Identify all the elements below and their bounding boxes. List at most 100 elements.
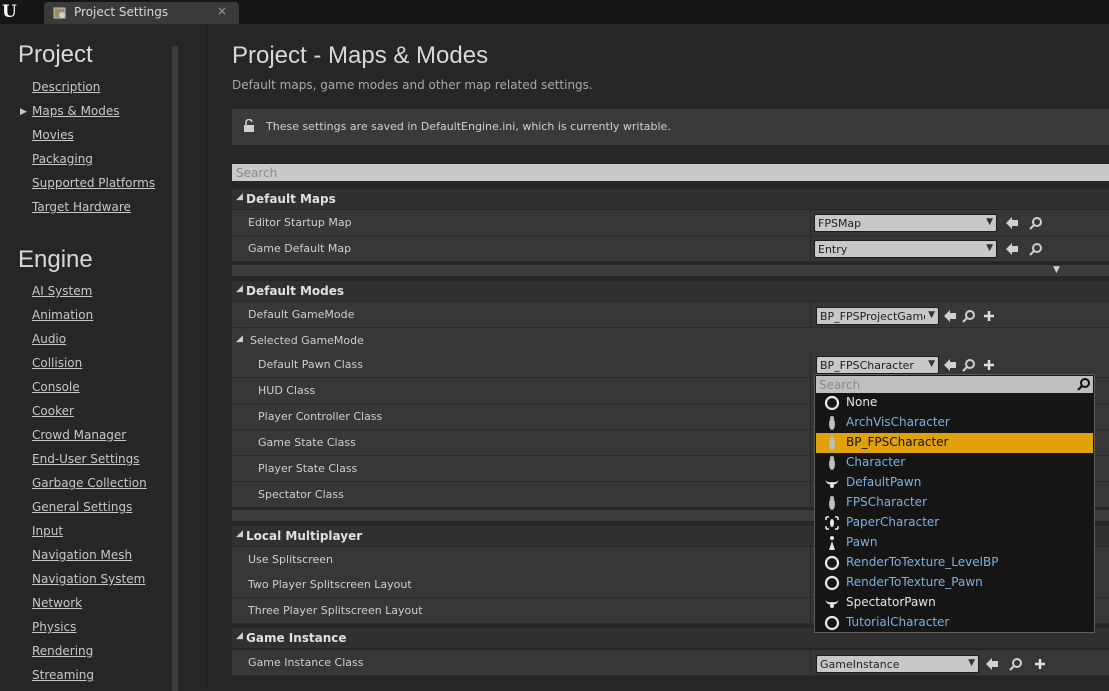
browse-search-icon[interactable]: [1029, 216, 1043, 230]
browse-search-icon[interactable]: [962, 358, 976, 372]
use-selected-arrow-icon[interactable]: [943, 309, 957, 323]
plus-icon[interactable]: [982, 309, 996, 323]
sidebar-item-collision[interactable]: Collision: [32, 356, 82, 370]
sidebar-item-audio[interactable]: Audio: [32, 332, 66, 346]
class-search-input[interactable]: [816, 376, 1093, 393]
property-label: Selected GameMode: [250, 334, 364, 347]
class-option[interactable]: DefaultPawn: [816, 473, 1093, 493]
plus-icon[interactable]: [1033, 657, 1047, 671]
unreal-logo-icon: U: [2, 2, 17, 22]
sidebar-item-ai-system[interactable]: AI System: [32, 284, 92, 298]
sidebar-item-end-user-settings[interactable]: End-User Settings: [32, 452, 140, 466]
game-default-map-combo[interactable]: Entry ▼: [814, 240, 997, 258]
sidebar-item-target-hardware[interactable]: Target Hardware: [32, 200, 131, 214]
collapse-arrow-icon: ◢: [236, 192, 243, 202]
sidebar-item-streaming[interactable]: Streaming: [32, 668, 94, 682]
collapse-arrow-icon: ◢: [236, 284, 243, 294]
page-title: Project - Maps & Modes: [232, 42, 489, 69]
category-label: Local Multiplayer: [246, 529, 363, 543]
pawn-icon: [829, 536, 835, 550]
class-option[interactable]: Character: [816, 453, 1093, 473]
property-label: Use Splitscreen: [248, 553, 334, 566]
settings-icon: [53, 7, 66, 19]
writable-notice: These settings are saved in DefaultEngin…: [232, 109, 1109, 145]
class-option[interactable]: SpectatorPawn: [816, 593, 1093, 613]
property-label: Default GameMode: [248, 308, 355, 321]
default-gamemode-combo[interactable]: BP_FPSProjectGame ▼: [816, 307, 939, 325]
browse-search-icon[interactable]: [962, 309, 976, 323]
tab-project-settings[interactable]: Project Settings ×: [44, 2, 239, 24]
expand-advanced-icon[interactable]: ▼: [1053, 265, 1060, 275]
browse-search-icon[interactable]: [1009, 657, 1023, 671]
class-option[interactable]: None: [816, 393, 1093, 413]
property-label: Default Pawn Class: [258, 358, 363, 371]
sidebar-item-rendering[interactable]: Rendering: [32, 644, 93, 658]
sidebar-item-supported-platforms[interactable]: Supported Platforms: [32, 176, 155, 190]
sidebar-scrollbar[interactable]: [172, 46, 178, 691]
sidebar-heading-engine: Engine: [18, 246, 93, 273]
class-option[interactable]: Pawn: [816, 533, 1093, 553]
class-option-label: None: [846, 395, 878, 409]
category-label: Game Instance: [246, 631, 347, 645]
sidebar-item-cooker[interactable]: Cooker: [32, 404, 74, 418]
class-option[interactable]: RenderToTexture_LevelBP: [816, 553, 1093, 573]
use-selected-arrow-icon[interactable]: [1005, 216, 1019, 230]
close-icon[interactable]: ×: [217, 4, 227, 18]
use-selected-arrow-icon[interactable]: [943, 358, 957, 372]
sidebar-item-description[interactable]: Description: [32, 80, 100, 94]
class-option-label: SpectatorPawn: [846, 595, 936, 609]
editor-startup-map-combo[interactable]: FPSMap ▼: [814, 214, 997, 232]
sidebar-item-crowd-manager[interactable]: Crowd Manager: [32, 428, 126, 442]
sidebar-item-input[interactable]: Input: [32, 524, 63, 538]
use-selected-arrow-icon[interactable]: [985, 657, 999, 671]
class-option-label: BP_FPSCharacter: [846, 435, 949, 449]
default-pawn-class-combo[interactable]: BP_FPSCharacter ▼: [816, 356, 939, 374]
category-default-modes[interactable]: ◢ Default Modes: [232, 281, 1109, 301]
sidebar-item-movies[interactable]: Movies: [32, 128, 74, 142]
chevron-down-icon: ▼: [986, 217, 993, 227]
property-label: Two Player Splitscreen Layout: [248, 578, 412, 591]
sidebar-item-animation[interactable]: Animation: [32, 308, 93, 322]
sidebar-item-navigation-mesh[interactable]: Navigation Mesh: [32, 548, 132, 562]
property-label: Game Instance Class: [248, 656, 364, 669]
sidebar-item-network[interactable]: Network: [32, 596, 82, 610]
category-label: Default Modes: [246, 284, 345, 298]
sidebar-item-console[interactable]: Console: [32, 380, 80, 394]
class-option[interactable]: TutorialCharacter: [816, 613, 1093, 633]
class-option[interactable]: RenderToTexture_Pawn: [816, 573, 1093, 593]
circle-icon: [824, 555, 840, 571]
property-label: HUD Class: [258, 384, 316, 397]
sidebar-item-general-settings[interactable]: General Settings: [32, 500, 132, 514]
search-icon: [1077, 378, 1090, 391]
use-selected-arrow-icon[interactable]: [1005, 242, 1019, 256]
pawn-class-picker-dropdown: None ArchVisCharacter BP_FPSCharacter Chara…: [814, 374, 1095, 633]
game-instance-class-combo[interactable]: GameInstance ▼: [816, 655, 979, 673]
class-option[interactable]: PaperCharacter: [816, 513, 1093, 533]
advanced-expander[interactable]: [232, 265, 1109, 276]
character-icon: [829, 496, 835, 510]
property-label: Player State Class: [258, 462, 358, 475]
class-option[interactable]: ArchVisCharacter: [816, 413, 1093, 433]
settings-search-input[interactable]: [232, 164, 1109, 181]
class-option[interactable]: BP_FPSCharacter: [816, 433, 1093, 453]
property-label: Game State Class: [258, 436, 356, 449]
combo-value: GameInstance: [820, 658, 900, 671]
row-selected-gamemode[interactable]: ◢ Selected GameMode: [232, 328, 1109, 353]
plus-icon[interactable]: [982, 358, 996, 372]
browse-search-icon[interactable]: [1029, 242, 1043, 256]
class-option-label: PaperCharacter: [846, 515, 940, 529]
class-option[interactable]: FPSCharacter: [816, 493, 1093, 513]
sidebar-heading-project: Project: [18, 41, 93, 68]
sidebar-item-maps-modes[interactable]: Maps & Modes: [32, 104, 120, 118]
unlock-icon: [244, 119, 254, 132]
pawn-wings-icon: [825, 600, 839, 608]
sidebar-item-navigation-system[interactable]: Navigation System: [32, 572, 145, 586]
property-label: Spectator Class: [258, 488, 344, 501]
class-option-label: RenderToTexture_LevelBP: [846, 555, 999, 569]
row-default-gamemode: Default GameMode: [232, 302, 1109, 328]
sidebar-item-garbage-collection[interactable]: Garbage Collection: [32, 476, 147, 490]
sidebar-item-physics[interactable]: Physics: [32, 620, 76, 634]
category-default-maps[interactable]: ◢ Default Maps: [232, 189, 1109, 209]
sidebar-item-packaging[interactable]: Packaging: [32, 152, 93, 166]
combo-value: BP_FPSProjectGame: [820, 310, 925, 323]
